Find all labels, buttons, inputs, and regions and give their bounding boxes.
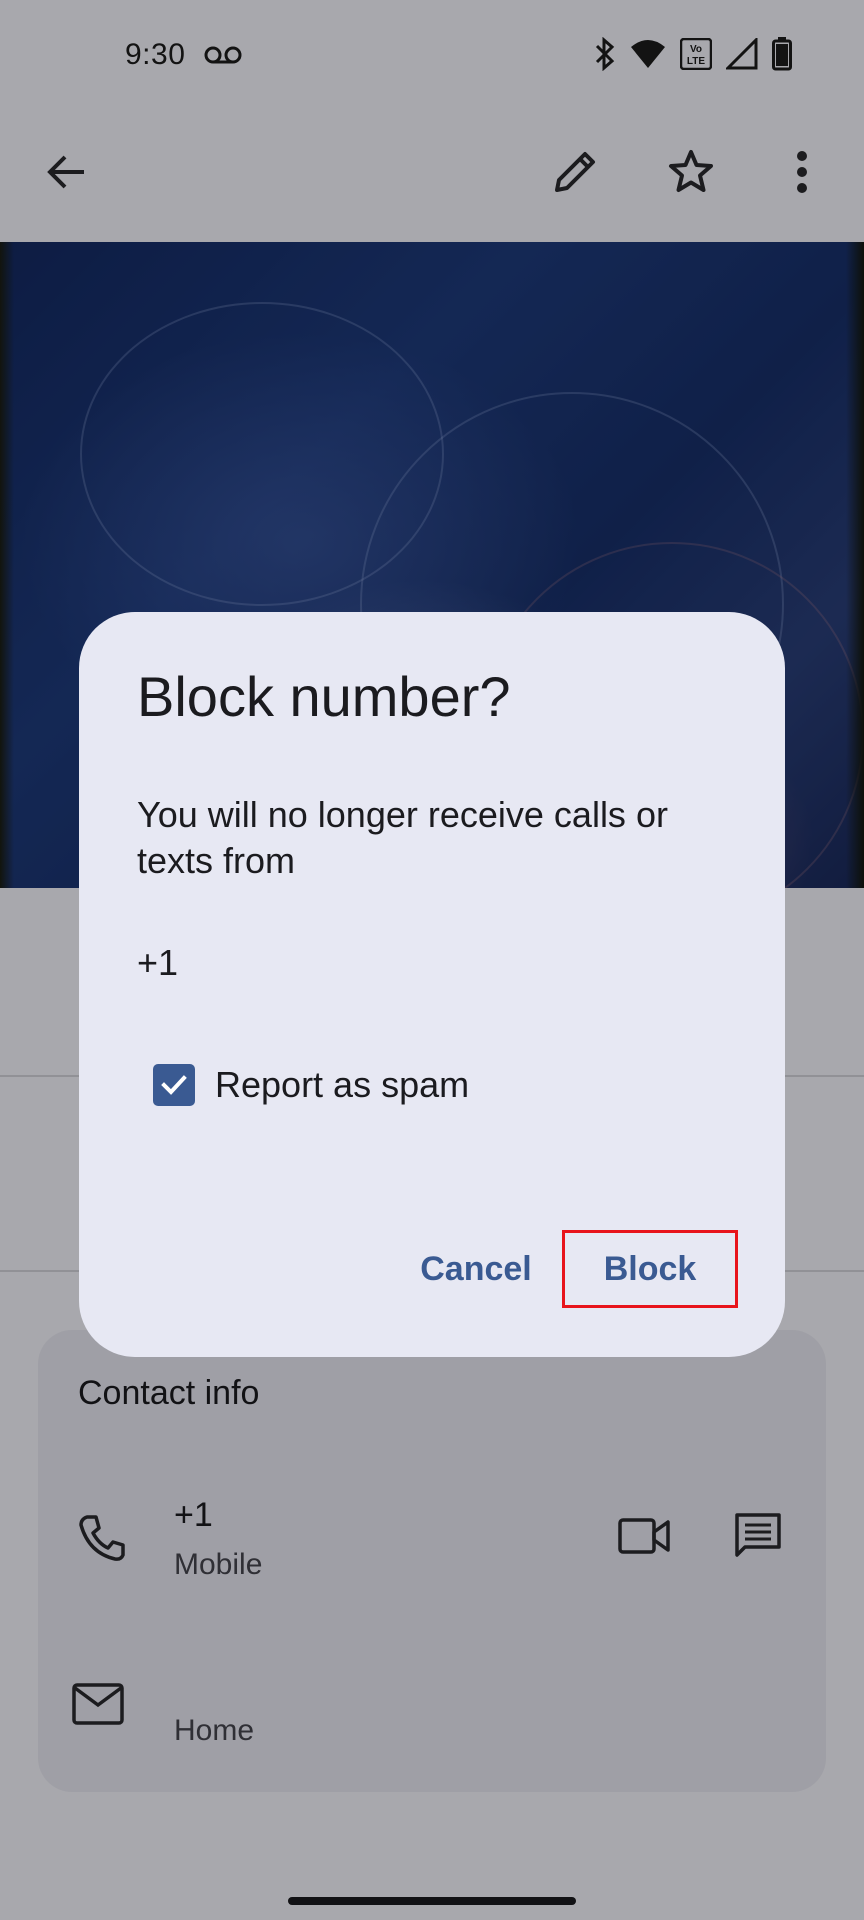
report-spam-checkbox-row[interactable]: Report as spam	[153, 1062, 469, 1108]
screen: 9:30 Vo LTE Contact info +1 Mobile Home …	[0, 0, 864, 1920]
checkmark-icon	[161, 1075, 187, 1095]
report-spam-label[interactable]: Report as spam	[215, 1064, 469, 1106]
dialog-message: You will no longer receive calls or text…	[137, 794, 668, 881]
block-button[interactable]: Block	[562, 1230, 738, 1308]
report-spam-checkbox[interactable]	[153, 1064, 195, 1106]
blocked-number: +1	[137, 942, 179, 983]
block-number-dialog: Block number? You will no longer receive…	[79, 612, 785, 1357]
cancel-button[interactable]: Cancel	[401, 1230, 551, 1308]
dialog-title: Block number?	[137, 665, 511, 728]
